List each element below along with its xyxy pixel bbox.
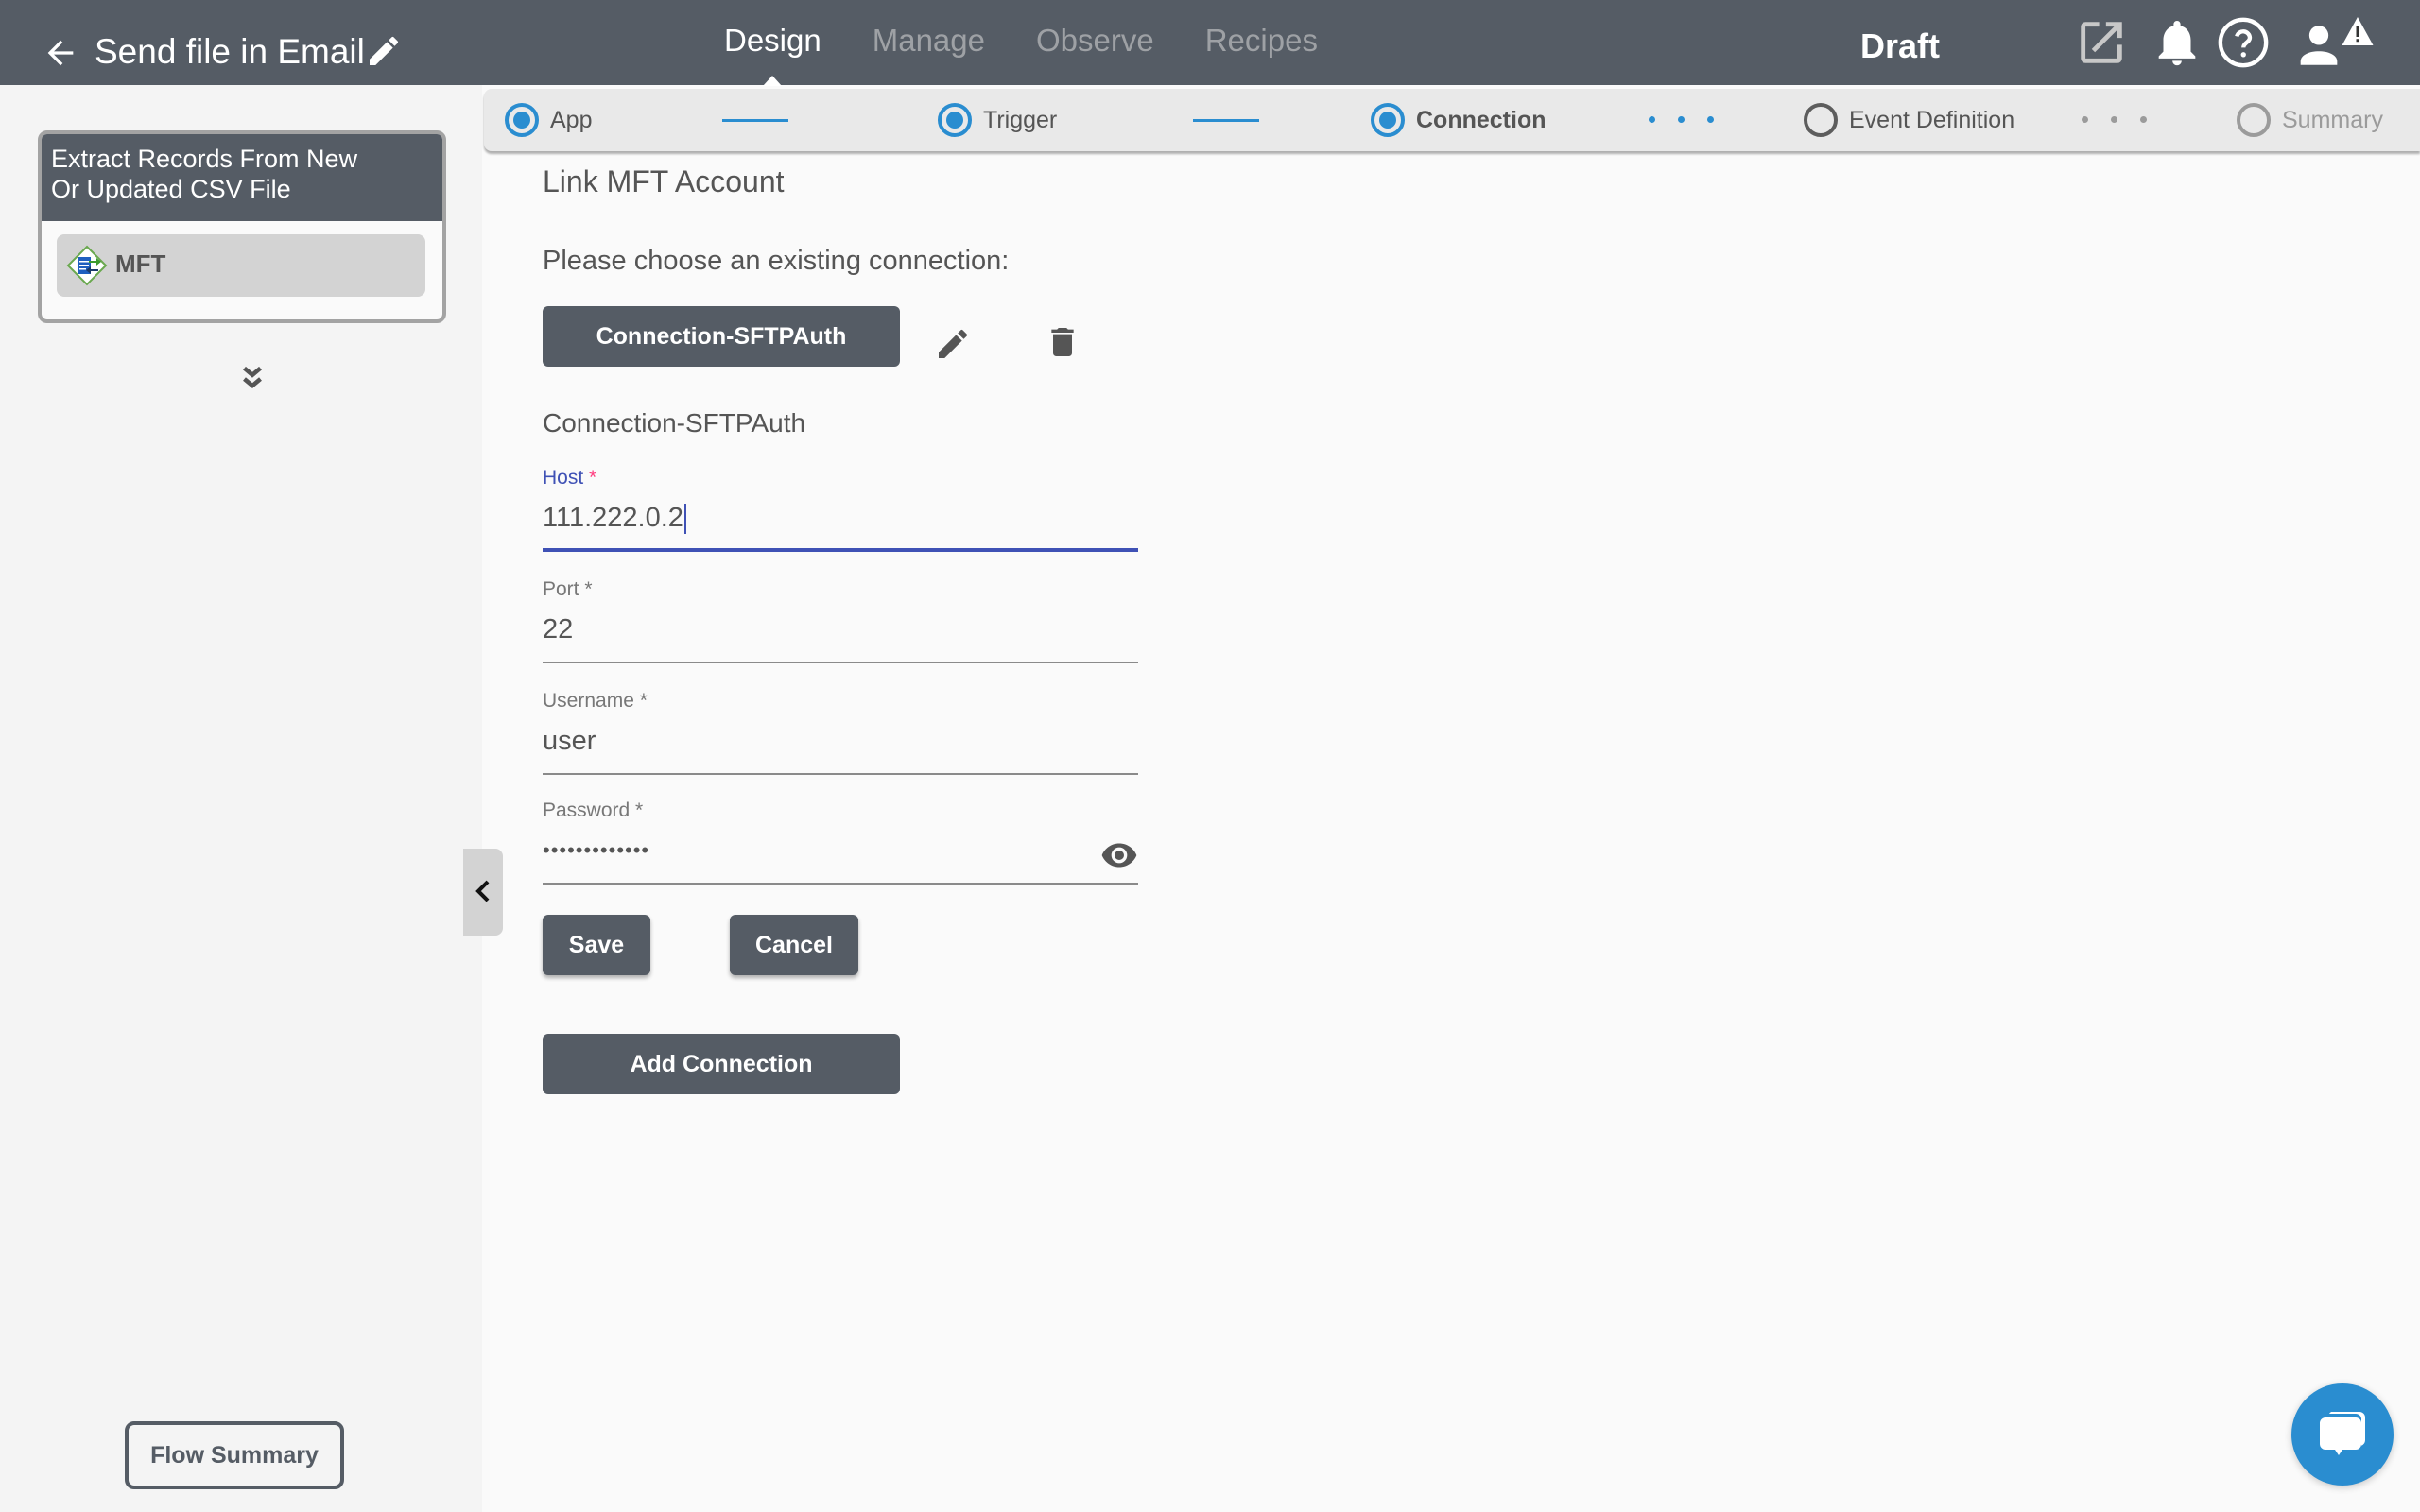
port-label: Port * [543,578,593,600]
tab-observe[interactable]: Observe [1036,17,1154,70]
notifications-button[interactable] [2150,15,2204,70]
username-underline [543,773,1138,775]
save-button[interactable]: Save [543,915,650,975]
port-input[interactable]: 22 [543,610,1138,648]
port-underline [543,662,1138,663]
host-field: Host * 111.222.0.2 [543,467,1138,552]
help-icon [2218,17,2269,68]
edit-connection-button[interactable] [934,325,972,363]
username-input[interactable]: user [543,722,1138,760]
expand-steps-button[interactable] [236,363,268,395]
step-label: App [550,106,593,133]
open-external-button[interactable] [2074,15,2129,70]
password-input[interactable]: ••••••••••••• [543,832,1138,869]
step-connector [1193,119,1259,122]
arrow-left-icon [47,40,74,66]
tab-manage[interactable]: Manage [873,17,985,70]
cancel-button[interactable]: Cancel [730,915,858,975]
mft-app-icon [66,245,108,286]
step-label: Trigger [983,106,1058,133]
main-nav: Design Manage Observe Recipes [724,17,1369,86]
step-connector-dotted [2082,116,2169,123]
step-trigger[interactable]: Trigger [938,89,1057,151]
step-event-definition[interactable]: Event Definition [1804,89,2014,151]
trigger-step-card[interactable]: Extract Records From New Or Updated CSV … [38,130,446,323]
password-underline [543,883,1138,885]
step-card-title-line2: Or Updated CSV File [51,175,291,203]
connection-select-button[interactable]: Connection-SFTPAuth [543,306,900,367]
username-field: Username * user [543,690,1138,775]
step-label: Event Definition [1849,106,2015,133]
chat-bubbles-icon [2320,1412,2366,1455]
top-bar: Send file in Email Design Manage Observe… [0,0,2420,86]
host-underline [543,548,1138,552]
text-caret [683,504,686,535]
delete-connection-button[interactable] [1044,323,1081,361]
step-disabled-icon [2237,103,2271,137]
flow-summary-button[interactable]: Flow Summary [125,1421,344,1489]
step-current-icon [1371,103,1405,137]
trash-icon [1051,328,1074,356]
wizard-stepper: App Trigger Connection Event Definition … [484,89,2420,151]
user-menu-button[interactable] [2291,15,2377,70]
edit-title-button[interactable] [365,32,403,70]
pencil-icon [939,329,968,358]
page-title: Link MFT Account [543,164,785,198]
double-chevron-down-icon [243,366,262,389]
connection-heading: Connection-SFTPAuth [543,408,806,438]
add-connection-button[interactable]: Add Connection [543,1034,900,1094]
step-complete-icon [505,103,539,137]
step-complete-icon [938,103,972,137]
host-label: Host * [543,467,597,489]
step-item-label: MFT [115,249,166,278]
username-label: Username * [543,690,648,712]
tab-recipes[interactable]: Recipes [1205,17,1318,70]
step-connection[interactable]: Connection [1371,89,1547,151]
step-card-title-line1: Extract Records From New [51,145,358,173]
port-field: Port * 22 [543,578,1138,663]
step-pending-icon [1804,103,1838,137]
pencil-icon [370,36,399,65]
password-field: Password * ••••••••••••• [543,799,1138,885]
step-summary[interactable]: Summary [2237,89,2383,151]
toggle-password-visibility[interactable] [1100,841,1138,869]
flow-sidebar: Extract Records From New Or Updated CSV … [0,85,482,1512]
user-icon [2300,26,2338,65]
step-app[interactable]: App [505,89,592,151]
status-badge: Draft [1860,26,1941,65]
warning-icon [2342,17,2374,45]
chat-button[interactable] [2291,1383,2394,1486]
external-link-icon [2081,22,2122,63]
step-app-item[interactable]: MFT [57,234,425,297]
back-button[interactable] [42,34,83,72]
step-label: Connection [1416,106,1547,133]
help-button[interactable] [2216,15,2271,70]
password-label: Password * [543,799,644,821]
collapse-sidebar-button[interactable] [463,849,503,936]
choose-connection-label: Please choose an existing connection: [543,246,1010,276]
tab-design[interactable]: Design [724,17,821,86]
step-card-title: Extract Records From New Or Updated CSV … [42,134,442,221]
eye-icon [1101,843,1137,868]
chevron-left-icon [475,880,490,902]
step-connector [722,119,788,122]
step-label: Summary [2282,106,2383,133]
bell-icon [2158,21,2196,66]
host-input[interactable]: 111.222.0.2 [543,499,1138,537]
step-connector-dotted [1649,116,1737,123]
flow-title: Send file in Email [95,32,365,71]
